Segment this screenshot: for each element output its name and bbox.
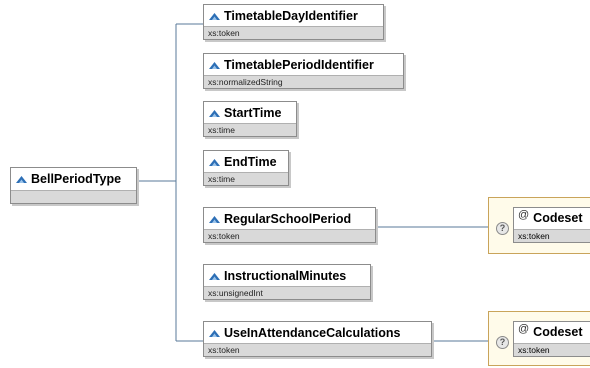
element-type: xs:unsignedInt (204, 286, 370, 299)
element-name: UseInAttendanceCalculations (224, 326, 401, 340)
element-box-instructional-minutes[interactable]: InstructionalMinutes xs:unsignedInt (203, 264, 371, 300)
attribute-box-codeset[interactable]: @ Codeset xs:token (513, 321, 590, 357)
element-name: TimetableDayIdentifier (224, 9, 358, 23)
element-box-start-time[interactable]: StartTime xs:time (203, 101, 297, 137)
attribute-name: Codeset (533, 211, 583, 225)
element-type: xs:time (204, 172, 288, 185)
element-box-timetable-period-identifier[interactable]: TimetablePeriodIdentifier xs:normalizedS… (203, 53, 404, 89)
attribute-icon: @ (518, 323, 530, 335)
attribute-group-regular-school-period[interactable]: ? @ Codeset xs:token (488, 197, 590, 254)
element-type: xs:token (204, 229, 375, 242)
element-icon (209, 215, 220, 223)
element-type: xs:normalizedString (204, 75, 403, 88)
root-element-name: BellPeriodType (31, 172, 122, 186)
attribute-group-use-in-attendance-calculations[interactable]: ? @ Codeset xs:token (488, 311, 590, 366)
element-box-regular-school-period[interactable]: RegularSchoolPeriod xs:token (203, 207, 376, 243)
root-element-type-bar (11, 190, 136, 203)
element-name: EndTime (224, 155, 277, 169)
element-box-timetable-day-identifier[interactable]: TimetableDayIdentifier xs:token (203, 4, 384, 40)
element-icon (209, 61, 220, 69)
element-type: xs:token (204, 26, 383, 39)
help-icon[interactable]: ? (496, 336, 509, 349)
element-name: InstructionalMinutes (224, 269, 347, 283)
attribute-type: xs:token (514, 343, 590, 356)
element-icon (209, 272, 220, 280)
element-icon (209, 12, 220, 20)
element-box-end-time[interactable]: EndTime xs:time (203, 150, 289, 186)
element-type: xs:token (204, 343, 431, 356)
element-icon (209, 109, 220, 117)
element-type: xs:time (204, 123, 296, 136)
attribute-name: Codeset (533, 325, 583, 339)
element-name: TimetablePeriodIdentifier (224, 58, 374, 72)
help-icon[interactable]: ? (496, 222, 509, 235)
root-element-box[interactable]: BellPeriodType (10, 167, 137, 204)
element-icon (209, 329, 220, 337)
element-box-use-in-attendance-calculations[interactable]: UseInAttendanceCalculations xs:token (203, 321, 432, 357)
attribute-box-codeset[interactable]: @ Codeset xs:token (513, 207, 590, 243)
attribute-type: xs:token (514, 229, 590, 242)
attribute-icon: @ (518, 209, 530, 221)
element-name: StartTime (224, 106, 282, 120)
element-icon (209, 158, 220, 166)
element-icon (16, 175, 27, 183)
element-name: RegularSchoolPeriod (224, 212, 352, 226)
